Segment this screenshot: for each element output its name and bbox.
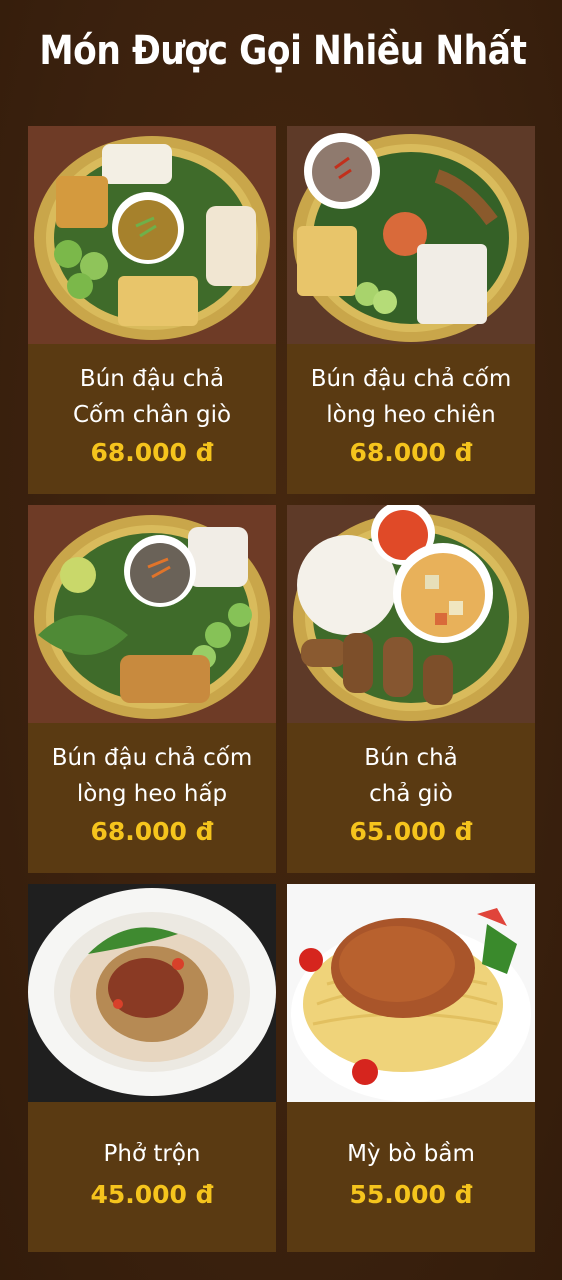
dish-name-line1: Bún đậu chả cốm — [310, 366, 512, 392]
menu-item-card[interactable]: Bún đậu chả cốm lòng heo chiên 68.000 đ — [287, 126, 535, 494]
dish-price: 65.000 đ — [349, 817, 473, 846]
dish-price: 68.000 đ — [349, 438, 473, 467]
dish-photo — [287, 884, 535, 1102]
dish-name-line1: Mỳ bò bầm — [347, 1141, 475, 1167]
dish-price: 45.000 đ — [90, 1180, 214, 1209]
menu-item-card[interactable]: Bún chả chả giò 65.000 đ — [287, 505, 535, 873]
dish-name-line2: lòng heo hấp — [76, 781, 228, 807]
dish-photo — [287, 126, 535, 344]
dish-name-line1: Bún đậu chả — [79, 366, 225, 392]
menu-item-card[interactable]: Mỳ bò bầm 55.000 đ — [287, 884, 535, 1252]
dish-name: Bún đậu chả cốm lòng heo hấp — [28, 740, 276, 812]
dish-name: Phở trộn — [28, 1136, 276, 1172]
dish-name-line1: Bún chả — [364, 745, 458, 771]
dish-photo — [28, 126, 276, 344]
dish-price: 68.000 đ — [90, 817, 214, 846]
page-title: Món Được Gọi Nhiều Nhất — [39, 28, 527, 74]
dish-name-line2: Cốm chân giò — [72, 402, 232, 428]
dish-name-line2: chả giò — [369, 781, 453, 807]
dish-name: Bún chả chả giò — [287, 740, 535, 812]
dish-name: Bún đậu chả cốm lòng heo chiên — [287, 361, 535, 433]
menu-item-card[interactable]: Bún đậu chả cốm lòng heo hấp 68.000 đ — [28, 505, 276, 873]
menu-item-card[interactable]: Bún đậu chả Cốm chân giò 68.000 đ — [28, 126, 276, 494]
dish-name: Bún đậu chả Cốm chân giò — [28, 361, 276, 433]
menu-item-card[interactable]: Phở trộn 45.000 đ — [28, 884, 276, 1252]
dish-price: 68.000 đ — [90, 438, 214, 467]
dish-name-line1: Phở trộn — [103, 1141, 201, 1167]
menu-poster: Món Được Gọi Nhiều Nhất Bún đậu chả Cốm … — [0, 0, 562, 1280]
dish-photo — [28, 884, 276, 1102]
dish-name-line1: Bún đậu chả cốm — [51, 745, 253, 771]
dish-photo — [287, 505, 535, 723]
dish-price: 55.000 đ — [349, 1180, 473, 1209]
dish-photo — [28, 505, 276, 723]
dish-name: Mỳ bò bầm — [287, 1136, 535, 1172]
dish-name-line2: lòng heo chiên — [326, 402, 496, 428]
